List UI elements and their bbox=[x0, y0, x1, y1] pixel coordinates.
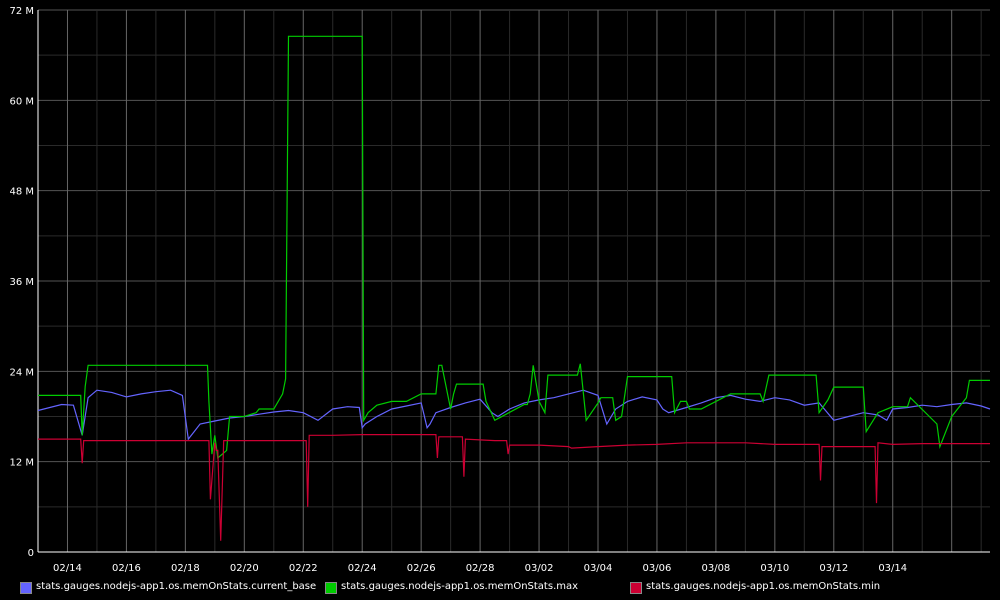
y-tick-label: 60 M bbox=[9, 96, 34, 107]
x-tick-label: 02/26 bbox=[407, 563, 436, 574]
y-tick-label: 72 M bbox=[9, 6, 34, 17]
legend-label-current-base: stats.gauges.nodejs-app1.os.memOnStats.c… bbox=[36, 581, 317, 592]
x-tick-label: 03/04 bbox=[584, 563, 613, 574]
y-tick-label: 36 M bbox=[9, 277, 34, 288]
x-tick-labels: 02/14 02/16 02/18 02/20 02/22 02/24 02/26 02/28… bbox=[53, 563, 907, 574]
legend-swatch-min bbox=[630, 582, 642, 594]
legend-label-min: stats.gauges.nodejs-app1.os.memOnStats.m… bbox=[646, 581, 881, 592]
line-chart: 012 M24 M36 M48 M60 M72 M 02/14 02/16 02/1… bbox=[9, 6, 991, 574]
x-tick-label: 03/08 bbox=[701, 563, 730, 574]
legend: stats.gauges.nodejs-app1.os.memOnStats.c… bbox=[20, 580, 1000, 596]
x-tick-label: 02/14 bbox=[53, 563, 82, 574]
x-tick-label: 03/14 bbox=[878, 563, 907, 574]
x-tick-label: 02/20 bbox=[230, 563, 259, 574]
x-tick-label: 03/06 bbox=[643, 563, 672, 574]
x-tick-label: 02/18 bbox=[171, 563, 200, 574]
x-tick-label: 03/12 bbox=[819, 563, 848, 574]
y-tick-labels: 0 12 M 24 M 36 M 48 M 60 M 72 M bbox=[9, 6, 34, 559]
x-tick-label: 02/22 bbox=[289, 563, 318, 574]
x-tick-label: 03/10 bbox=[760, 563, 789, 574]
y-tick-label: 24 M bbox=[9, 367, 34, 378]
y-tick-label: 12 M bbox=[9, 458, 34, 469]
legend-label-max: stats.gauges.nodejs-app1.os.memOnStats.m… bbox=[341, 581, 579, 592]
y-tick-label: 0 bbox=[28, 548, 34, 559]
x-tick-label: 02/24 bbox=[348, 563, 377, 574]
x-tick-label: 03/02 bbox=[525, 563, 554, 574]
x-tick-label: 02/16 bbox=[112, 563, 141, 574]
legend-swatch-max bbox=[325, 582, 337, 594]
y-tick-label: 48 M bbox=[9, 187, 34, 198]
x-tick-label: 02/28 bbox=[466, 563, 495, 574]
legend-swatch-current-base bbox=[20, 582, 32, 594]
